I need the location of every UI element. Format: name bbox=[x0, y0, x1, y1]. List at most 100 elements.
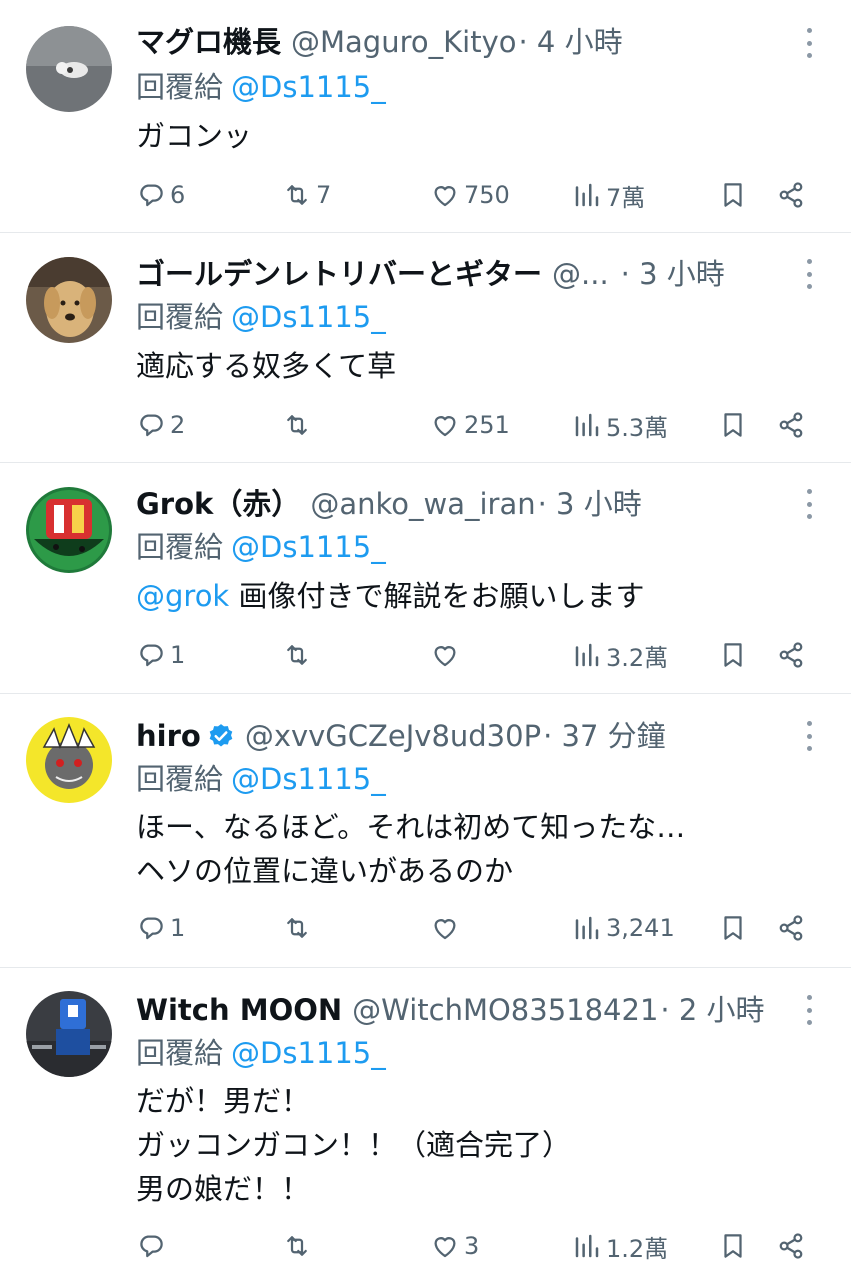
views-button[interactable]: 3,241 bbox=[572, 908, 675, 948]
tweet-header: Grok（赤） @anko_wa_iran · 3 小時 bbox=[136, 484, 781, 524]
tweet-header: hiro @xvvGCZeJv8ud30P · 37 分鐘 bbox=[136, 716, 781, 756]
views-count: 3,241 bbox=[606, 914, 675, 942]
grok-mention-link[interactable]: @grok bbox=[136, 579, 229, 613]
reply-mention[interactable]: @Ds1115_ bbox=[231, 70, 386, 104]
views-button[interactable]: 5.3萬 bbox=[572, 405, 668, 445]
tweet-text-line: だが！男だ！ bbox=[136, 1084, 311, 1118]
more-options-icon[interactable] bbox=[803, 721, 815, 751]
timestamp[interactable]: · 2 小時 bbox=[660, 990, 764, 1030]
avatar[interactable] bbox=[26, 26, 112, 112]
share-button[interactable] bbox=[776, 405, 806, 445]
views-count: 5.3萬 bbox=[606, 413, 669, 442]
share-button[interactable] bbox=[776, 908, 806, 948]
reply-mention[interactable]: @Ds1115_ bbox=[231, 762, 386, 796]
reply-icon bbox=[140, 1235, 163, 1258]
reply-button[interactable]: 2 bbox=[136, 405, 185, 445]
user-handle[interactable]: @anko_wa_iran bbox=[310, 484, 535, 524]
tweet-text: ほー、なるほど。それは初めて知ったな… ヘソの位置に違いがあるのか bbox=[136, 805, 685, 893]
user-handle[interactable]: @Maguro_Kityo bbox=[291, 22, 516, 62]
bookmark-icon bbox=[724, 183, 742, 207]
views-button[interactable]: 1.2萬 bbox=[572, 1226, 668, 1266]
reply-button[interactable] bbox=[136, 1226, 170, 1266]
retweet-button[interactable] bbox=[282, 405, 316, 445]
tweet-actions: 6 7 750 7萬 bbox=[0, 175, 851, 215]
heart-icon bbox=[434, 919, 456, 940]
reply-button[interactable]: 1 bbox=[136, 635, 185, 675]
tweet-text-line: ヘソの位置に違いがあるのか bbox=[136, 854, 514, 888]
tweet-text: 適応する奴多くて草 bbox=[136, 344, 396, 388]
share-button[interactable] bbox=[776, 175, 806, 215]
retweet-button[interactable] bbox=[282, 1226, 316, 1266]
like-button[interactable] bbox=[430, 908, 464, 948]
heart-icon bbox=[434, 416, 456, 437]
tweet[interactable]: Witch MOON @WitchMO83518421 · 2 小時 回覆給 @D… bbox=[0, 968, 851, 1280]
timestamp[interactable]: · 3 小時 bbox=[621, 254, 725, 294]
tweet[interactable]: ゴールデンレトリバーとギター @... · 3 小時 回覆給 @Ds1115_ 適… bbox=[0, 233, 851, 463]
retweet-button[interactable] bbox=[282, 635, 316, 675]
views-count: 1.2萬 bbox=[606, 1234, 669, 1263]
bookmark-icon bbox=[724, 916, 742, 940]
more-options-icon[interactable] bbox=[803, 259, 815, 289]
user-handle[interactable]: @xvvGCZeJv8ud30P bbox=[245, 716, 541, 756]
tweet-actions: 1 3,241 bbox=[0, 908, 851, 948]
bookmark-icon bbox=[724, 413, 742, 437]
avatar[interactable] bbox=[26, 717, 112, 803]
reply-mention[interactable]: @Ds1115_ bbox=[231, 300, 386, 334]
reply-label: 回覆給 bbox=[136, 762, 224, 796]
reply-icon bbox=[140, 414, 163, 437]
display-name[interactable]: マグロ機長 bbox=[136, 22, 281, 62]
reply-context: 回覆給 @Ds1115_ bbox=[136, 297, 386, 337]
retweet-button[interactable] bbox=[282, 908, 316, 948]
share-icon bbox=[779, 915, 803, 941]
avatar[interactable] bbox=[26, 991, 112, 1077]
reply-button[interactable]: 6 bbox=[136, 175, 185, 215]
reply-count: 1 bbox=[170, 641, 186, 669]
timestamp[interactable]: · 37 分鐘 bbox=[543, 716, 666, 756]
avatar[interactable] bbox=[26, 257, 112, 343]
reply-label: 回覆給 bbox=[136, 1036, 224, 1070]
views-count: 7萬 bbox=[606, 183, 646, 212]
like-count: 251 bbox=[464, 411, 510, 439]
share-icon bbox=[779, 1233, 803, 1259]
more-options-icon[interactable] bbox=[803, 28, 815, 58]
verified-badge-icon bbox=[209, 724, 233, 747]
tweet[interactable]: マグロ機長 @Maguro_Kityo · 4 小時 回覆給 @Ds1115_ ガ… bbox=[0, 0, 851, 233]
user-handle[interactable]: @WitchMO83518421 bbox=[352, 990, 658, 1030]
reply-label: 回覆給 bbox=[136, 300, 224, 334]
more-options-icon[interactable] bbox=[803, 489, 815, 519]
reply-mention[interactable]: @Ds1115_ bbox=[231, 530, 386, 564]
like-button[interactable] bbox=[430, 635, 464, 675]
like-button[interactable]: 3 bbox=[430, 1226, 479, 1266]
reply-mention[interactable]: @Ds1115_ bbox=[231, 1036, 386, 1070]
display-name[interactable]: hiro bbox=[136, 716, 201, 756]
tweet[interactable]: Grok（赤） @anko_wa_iran · 3 小時 回覆給 @Ds1115_… bbox=[0, 463, 851, 694]
retweet-button[interactable]: 7 bbox=[282, 175, 331, 215]
more-options-icon[interactable] bbox=[803, 995, 815, 1025]
reply-count: 2 bbox=[170, 411, 186, 439]
bookmark-button[interactable] bbox=[718, 635, 748, 675]
share-button[interactable] bbox=[776, 635, 806, 675]
like-button[interactable]: 750 bbox=[430, 175, 510, 215]
tweet-text-line: 適応する奴多くて草 bbox=[136, 349, 397, 383]
like-count: 3 bbox=[464, 1232, 480, 1260]
like-button[interactable]: 251 bbox=[430, 405, 510, 445]
timestamp[interactable]: · 4 小時 bbox=[518, 22, 622, 62]
display-name[interactable]: ゴールデンレトリバーとギター bbox=[136, 254, 542, 294]
bookmark-button[interactable] bbox=[718, 175, 748, 215]
like-count: 750 bbox=[464, 181, 510, 209]
timestamp[interactable]: · 3 小時 bbox=[538, 484, 642, 524]
bookmark-icon bbox=[724, 643, 742, 667]
bookmark-button[interactable] bbox=[718, 908, 748, 948]
display-name[interactable]: Witch MOON bbox=[136, 990, 342, 1030]
heart-icon bbox=[434, 646, 456, 667]
tweet[interactable]: hiro @xvvGCZeJv8ud30P · 37 分鐘 回覆給 @Ds1115… bbox=[0, 694, 851, 968]
views-button[interactable]: 7萬 bbox=[572, 175, 645, 215]
avatar[interactable] bbox=[26, 487, 112, 573]
bookmark-button[interactable] bbox=[718, 405, 748, 445]
bookmark-button[interactable] bbox=[718, 1226, 748, 1266]
reply-button[interactable]: 1 bbox=[136, 908, 185, 948]
views-button[interactable]: 3.2萬 bbox=[572, 635, 668, 675]
user-handle[interactable]: @... bbox=[552, 254, 609, 294]
display-name[interactable]: Grok（赤） bbox=[136, 484, 300, 524]
share-button[interactable] bbox=[776, 1226, 806, 1266]
